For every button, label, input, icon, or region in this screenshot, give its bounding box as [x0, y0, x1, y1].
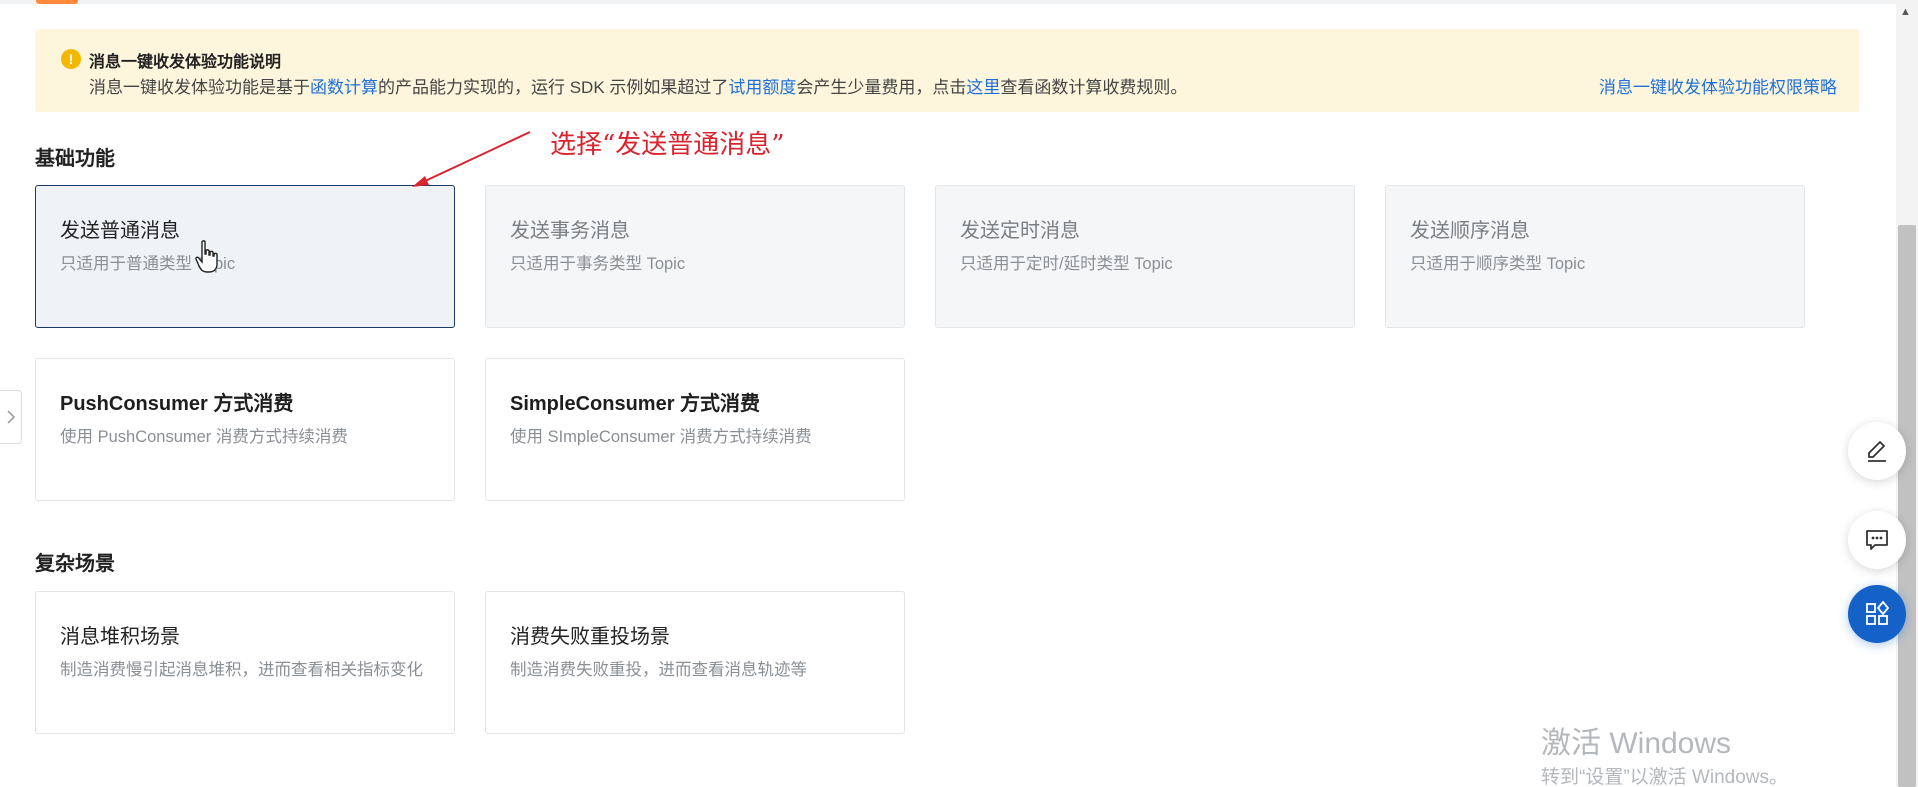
windows-activation-title: 激活 Windows [1541, 727, 1732, 760]
feedback-icon [1866, 530, 1888, 550]
sidebar-expand-tab[interactable] [0, 390, 22, 444]
edit-button[interactable] [1848, 422, 1906, 480]
chevron-right-icon [6, 410, 15, 424]
apps-icon [1866, 600, 1890, 625]
apps-button[interactable] [1848, 585, 1906, 643]
hand-cursor-icon [195, 240, 218, 273]
page: ! 消息一键收发体验功能说明 消息一键收发体验功能是基于函数计算的产品能力实现的… [0, 0, 1918, 787]
annotation-text: 选择“发送普通消息” [550, 130, 785, 160]
edit-icon [1868, 441, 1886, 462]
scroll-up-arrow-icon[interactable]: ▲ [1900, 6, 1911, 18]
scrollbar-thumb[interactable] [1898, 225, 1916, 787]
windows-activation-subtitle: 转到“设置”以激活 Windows。 [1541, 767, 1789, 787]
feedback-button[interactable] [1848, 511, 1906, 569]
annotation-arrow [412, 131, 531, 187]
